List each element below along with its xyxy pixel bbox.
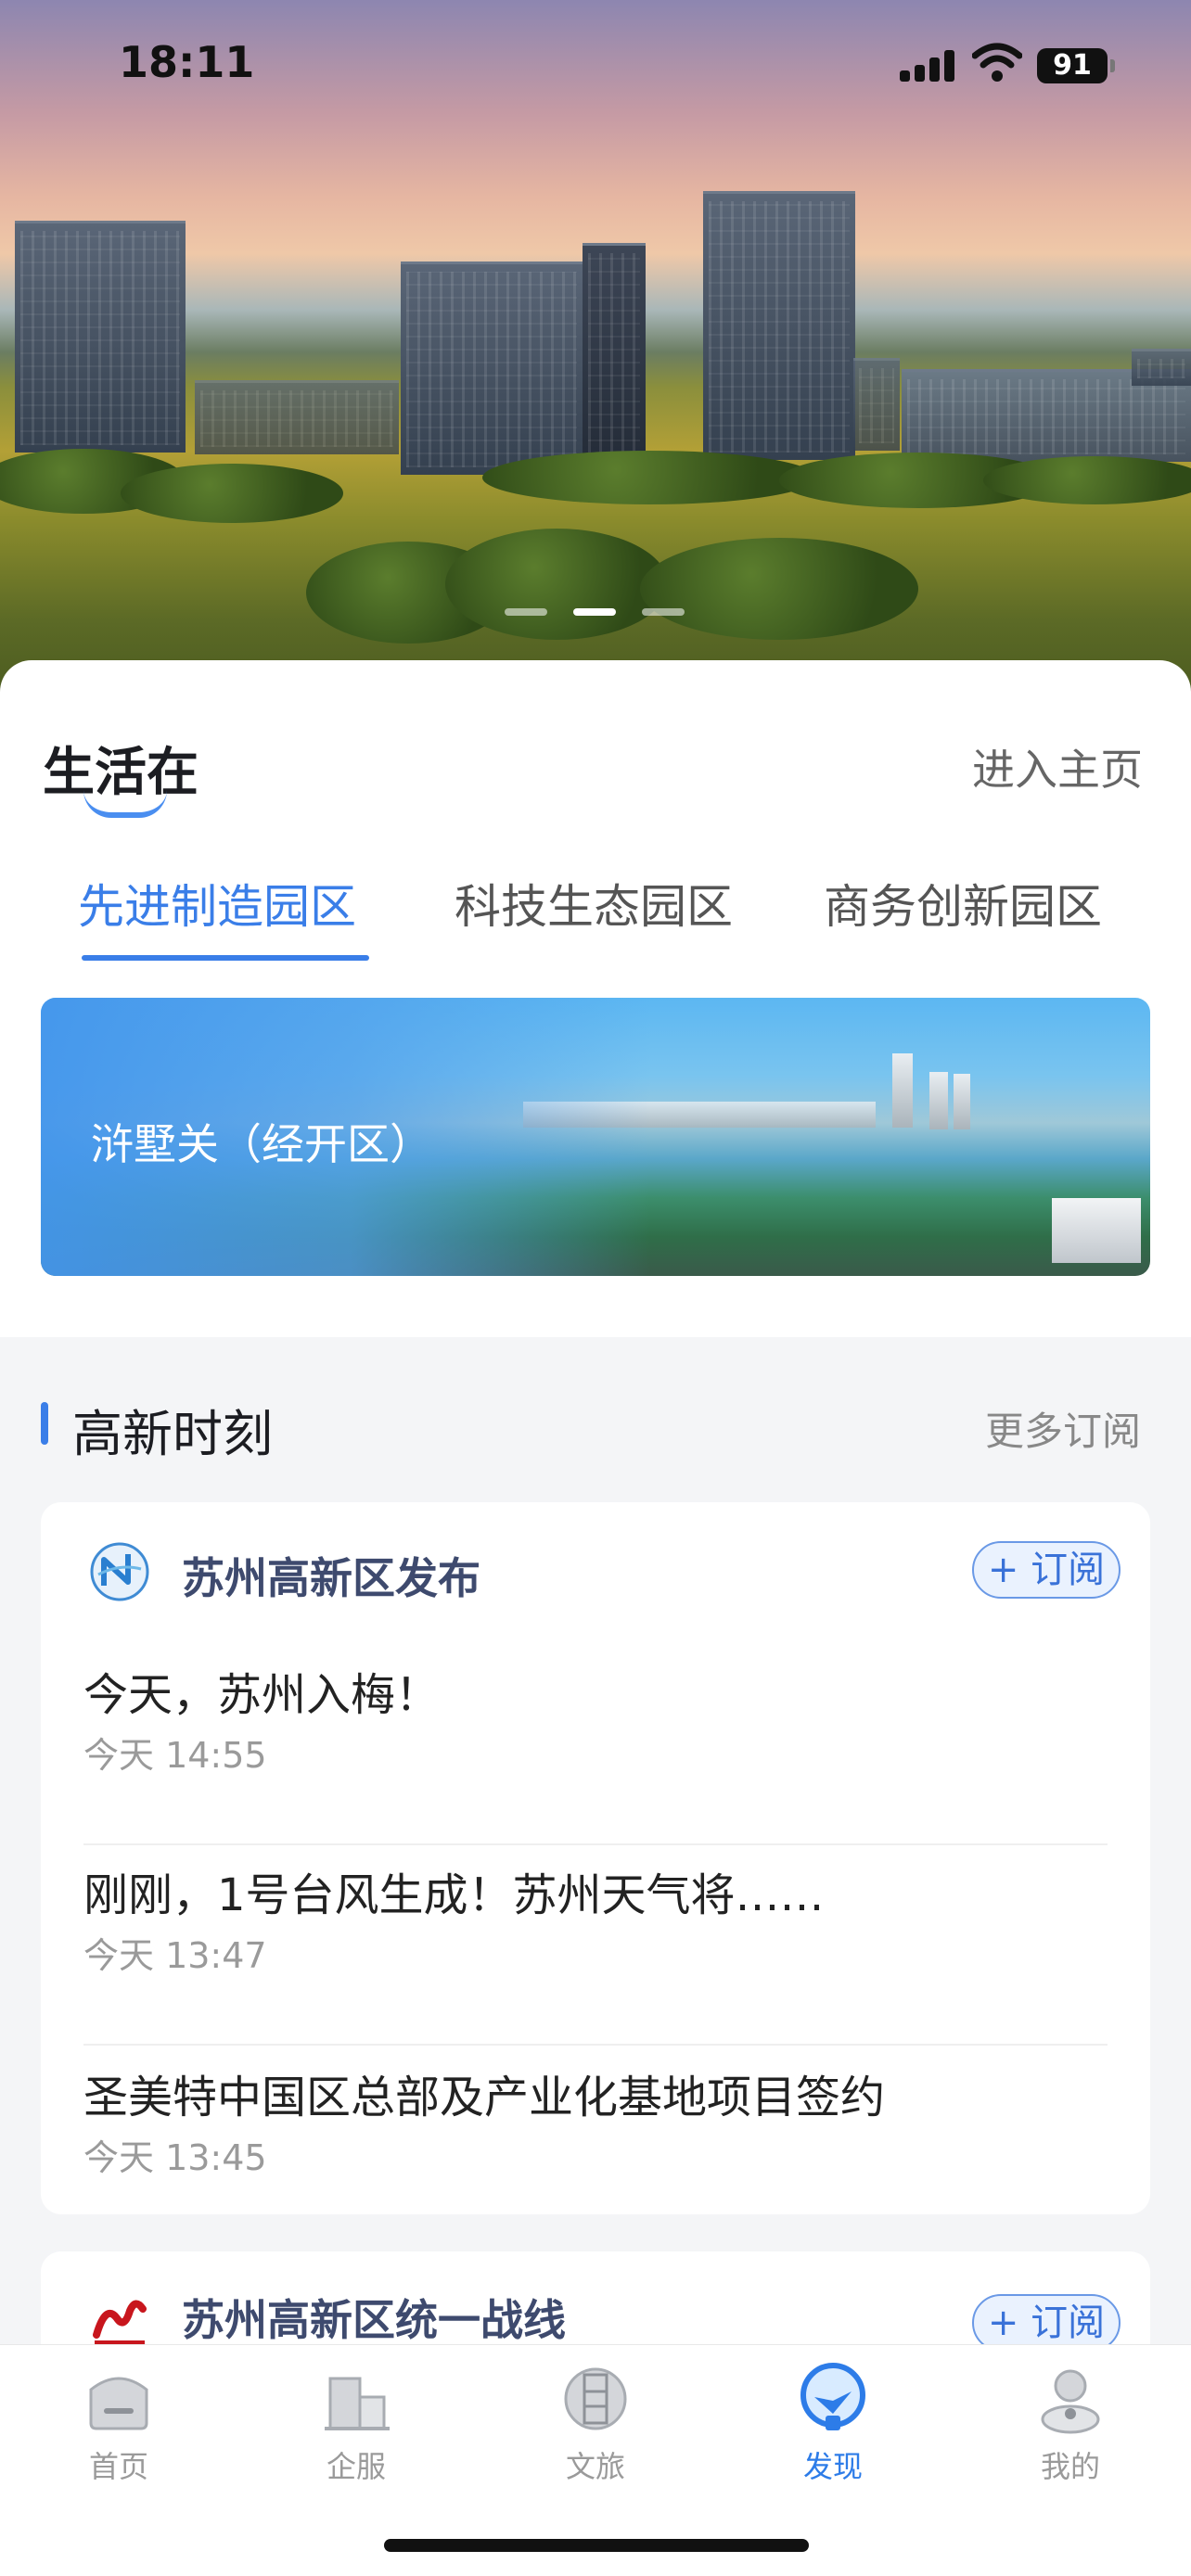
news-item-time: 今天 13:47 [83, 1935, 267, 1976]
news-item-title: 圣美特中国区总部及产业化基地项目签约 [83, 2072, 886, 2123]
tab-tech-ecology[interactable]: 科技生态园区 [455, 870, 733, 937]
news-section-title: 高新时刻 [72, 1405, 273, 1463]
home-indicator[interactable] [384, 2539, 809, 2552]
enter-home-link[interactable]: 进入主页 [972, 736, 1143, 797]
hero-building [583, 243, 646, 475]
tab-label: 文旅 [565, 2449, 625, 2484]
tab-enterprise-service[interactable]: 企服 [273, 2362, 440, 2501]
hero-building [15, 221, 186, 453]
profile-icon [1041, 2369, 1100, 2434]
hero-tree [640, 538, 918, 640]
carousel-dot [505, 608, 547, 616]
tab-label: 首页 [88, 2449, 148, 2484]
title-accent-bar [41, 1402, 48, 1445]
hero-building [1132, 349, 1191, 386]
news-item[interactable]: 今天，苏州入梅！ 今天 14:55 [83, 1645, 1108, 1845]
app-root: { "status_bar": {"time": "18:11", "batte… [0, 0, 1191, 2576]
tab-active-indicator [82, 955, 369, 961]
tab-discover[interactable]: 发现 [749, 2362, 916, 2501]
hero-tree [121, 464, 343, 523]
culture-icon [564, 2367, 627, 2430]
park-banner[interactable]: 浒墅关（经开区） [41, 998, 1150, 1276]
tab-home[interactable]: 首页 [35, 2362, 202, 2501]
tab-label: 企服 [326, 2449, 386, 2484]
tab-profile[interactable]: 我的 [987, 2362, 1154, 2501]
hero-building [401, 261, 583, 475]
more-subscriptions-link[interactable]: 更多订阅 [985, 1400, 1141, 1457]
subscribe-button[interactable]: + 订阅 [972, 2294, 1121, 2352]
building-icon [325, 2377, 390, 2430]
source-name[interactable]: 苏州高新区发布 [182, 1545, 480, 1606]
hero-tree [983, 456, 1191, 504]
source-logo-icon [93, 2300, 147, 2344]
battery-icon: 91 [1037, 48, 1115, 83]
carousel-dot [642, 608, 685, 616]
news-item-title: 今天，苏州入梅！ [83, 1669, 441, 1721]
carousel-dot-active [573, 608, 616, 616]
discover-icon [800, 2363, 865, 2430]
status-bar: 18:11 91 [0, 0, 1191, 130]
wifi-icon [972, 43, 1022, 82]
tab-label: 发现 [802, 2449, 863, 2484]
subscribe-button[interactable]: + 订阅 [972, 1541, 1121, 1599]
news-source-card: 苏州高新区发布 + 订阅 今天，苏州入梅！ 今天 14:55 刚刚，1号台风生成… [41, 1502, 1150, 2214]
news-item-time: 今天 13:45 [83, 2137, 267, 2178]
tab-label: 我的 [1040, 2449, 1100, 2484]
hero-carousel[interactable]: 18:11 91 [0, 0, 1191, 705]
source-name[interactable]: 苏州高新区统一战线 [182, 2287, 566, 2348]
title-underline-decoration [83, 790, 167, 818]
divider [83, 2044, 1108, 2046]
status-time: 18:11 [119, 37, 255, 87]
hero-building [853, 358, 900, 451]
source-logo-icon [90, 1542, 149, 1601]
news-section-header: 高新时刻 更多订阅 [0, 1345, 1191, 1493]
hero-tree [482, 451, 816, 504]
home-icon [89, 2377, 148, 2430]
tab-culture-tourism[interactable]: 文旅 [512, 2362, 679, 2501]
news-item-title: 刚刚，1号台风生成！苏州天气将…… [83, 1869, 825, 1921]
hero-tree [445, 529, 668, 640]
tab-business-innovation[interactable]: 商务创新园区 [824, 870, 1102, 937]
hero-building [703, 191, 855, 460]
hero-building [195, 380, 399, 454]
news-item[interactable]: 刚刚，1号台风生成！苏州天气将…… 今天 13:47 [83, 1845, 1108, 2046]
cellular-signal-icon [900, 48, 959, 82]
news-item[interactable]: 圣美特中国区总部及产业化基地项目签约 今天 13:45 [83, 2047, 1108, 2214]
live-in-section: 生活在 进入主页 先进制造园区 科技生态园区 商务创新园区 浒墅关（经开区） [0, 660, 1191, 1337]
news-item-time: 今天 14:55 [83, 1735, 267, 1776]
banner-label: 浒墅关（经开区） [91, 1119, 432, 1169]
carousel-indicator [501, 608, 696, 618]
tab-advanced-manufacturing[interactable]: 先进制造园区 [78, 870, 356, 937]
